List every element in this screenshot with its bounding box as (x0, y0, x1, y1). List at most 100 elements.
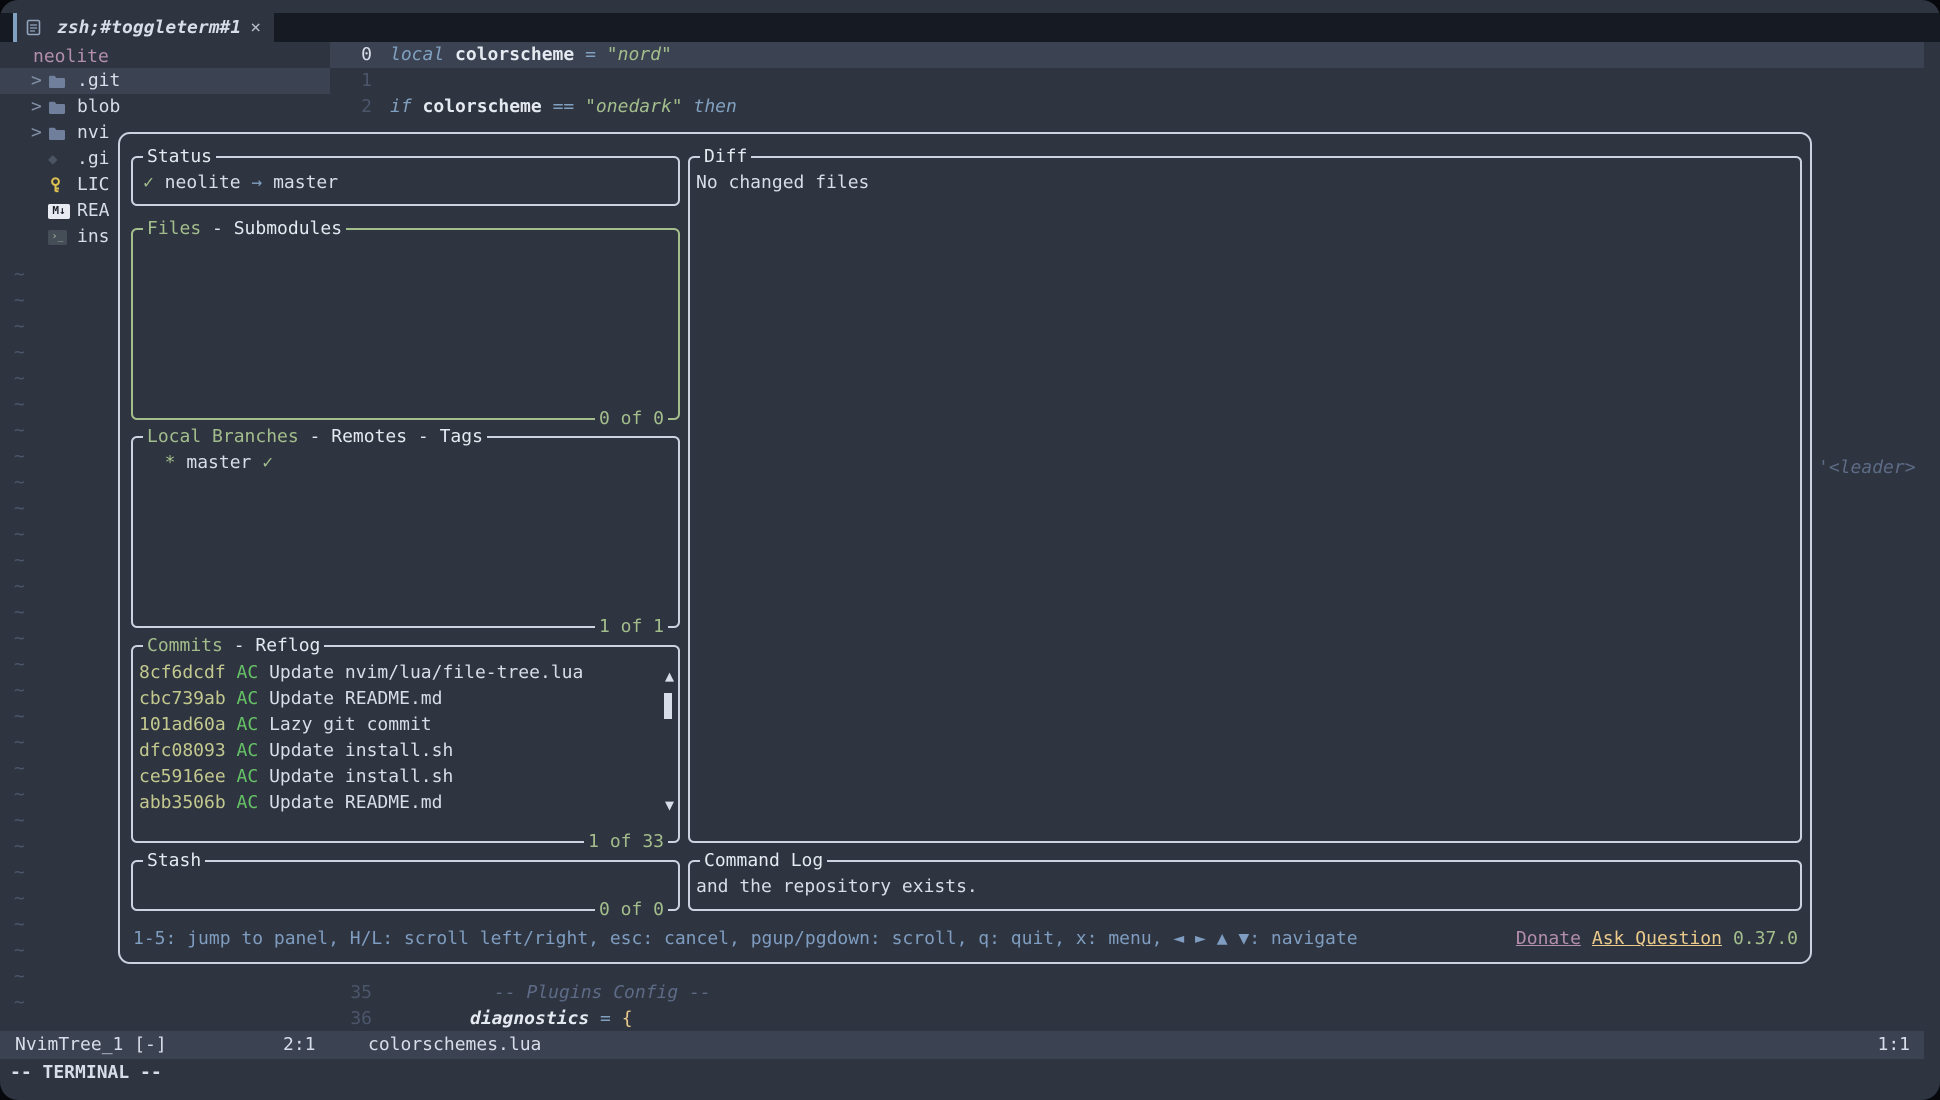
code-line: 36diagnostics = { (330, 1006, 1924, 1032)
commit-row[interactable]: ce5916ee AC Update install.sh (139, 764, 678, 790)
files-panel-title: Files - Submodules (143, 216, 346, 242)
tree-item-blob[interactable]: > blob (0, 94, 330, 120)
branches-panel-title: Local Branches - Remotes - Tags (143, 424, 487, 450)
branches-panel[interactable]: Local Branches - Remotes - Tags * master… (131, 436, 680, 628)
tilde-marker: ~ (14, 470, 25, 496)
file-icon (26, 19, 48, 36)
chevron-right-icon[interactable]: > (31, 94, 48, 120)
commits-panel-title: Commits - Reflog (143, 633, 324, 659)
chevron-right-icon[interactable]: > (31, 120, 48, 146)
lazygit-links: Donate Ask Question 0.37.0 (1505, 926, 1798, 952)
scrollbar-thumb[interactable] (664, 693, 672, 719)
statusline-tree-cursor: 2:1 (283, 1032, 316, 1058)
code-line: 35-- Plugins Config -- (330, 980, 1924, 1006)
tilde-marker: ~ (14, 418, 25, 444)
tree-item-label: .git (77, 68, 120, 94)
chevron-right-icon[interactable]: > (31, 68, 48, 94)
tilde-marker: ~ (14, 600, 25, 626)
mode-indicator: -- TERMINAL -- (10, 1060, 162, 1086)
lazygit-float: Status ✓ neolite → master Files - Submod… (118, 132, 1812, 964)
commits-count: 1 of 33 (584, 829, 668, 855)
files-panel[interactable]: Files - Submodules 0 of 0 (131, 228, 680, 420)
statusline-buffer: NvimTree_1 [-] (15, 1032, 167, 1058)
command-log-content: and the repository exists. (690, 862, 1800, 900)
tab-title: zsh;#toggleterm#1 (57, 15, 241, 41)
donate-link[interactable]: Donate (1516, 928, 1581, 949)
tilde-marker: ~ (14, 912, 25, 938)
tree-item-label: ins (77, 224, 110, 250)
tree-item-git[interactable]: > .git (0, 68, 330, 94)
folder-icon (48, 100, 70, 115)
files-count: 0 of 0 (595, 406, 668, 432)
tree-item-label: LIC (77, 172, 110, 198)
commit-row[interactable]: 8cf6dcdf AC Update nvim/lua/file-tree.lu… (139, 660, 678, 686)
diff-panel-title: Diff (700, 144, 751, 170)
terminal-window: zsh;#toggleterm#1 × neolite > .git > blo… (0, 0, 1940, 1100)
key-icon (48, 177, 70, 193)
tree-item-label: REA (77, 198, 110, 224)
commit-row[interactable]: abb3506b AC Update README.md (139, 790, 678, 816)
tree-item-label: .gi (77, 146, 110, 172)
commit-row[interactable]: cbc739ab AC Update README.md (139, 686, 678, 712)
ask-question-link[interactable]: Ask Question (1592, 928, 1722, 949)
tilde-marker: ~ (14, 444, 25, 470)
tabline: zsh;#toggleterm#1 × (0, 13, 1940, 42)
check-icon: ✓ (143, 172, 154, 193)
tab-close-icon[interactable]: × (250, 15, 261, 41)
tilde-marker: ~ (14, 678, 25, 704)
tilde-marker: ~ (14, 522, 25, 548)
stash-panel-title: Stash (143, 848, 205, 874)
tilde-marker: ~ (14, 626, 25, 652)
folder-icon (48, 126, 70, 141)
code-line: 2if colorscheme == "onedark" then (330, 94, 1924, 120)
tilde-marker: ~ (14, 496, 25, 522)
terminal-icon: ›_ (48, 230, 70, 245)
diff-panel[interactable]: Diff No changed files (688, 156, 1802, 843)
tree-root-name: neolite (33, 44, 109, 70)
check-icon: ✓ (262, 452, 273, 473)
lazygit-version: 0.37.0 (1733, 928, 1798, 949)
tilde-marker: ~ (14, 366, 25, 392)
scroll-up-icon[interactable]: ▲ (665, 669, 674, 684)
tilde-marker: ~ (14, 964, 25, 990)
commits-panel[interactable]: Commits - Reflog 8cf6dcdf AC Update nvim… (131, 645, 680, 843)
tilde-marker: ~ (14, 288, 25, 314)
branches-count: 1 of 1 (595, 614, 668, 640)
scroll-down-icon[interactable]: ▼ (665, 798, 674, 813)
tilde-marker: ~ (14, 548, 25, 574)
screen: zsh;#toggleterm#1 × neolite > .git > blo… (0, 0, 1940, 1100)
tilde-marker: ~ (14, 314, 25, 340)
current-branch-marker: * (143, 452, 186, 473)
code-line: 0local colorscheme = "nord" (330, 42, 1924, 68)
stash-count: 0 of 0 (595, 897, 668, 923)
code-line: 1 (330, 68, 1924, 94)
tree-item-label: blob (77, 94, 120, 120)
commit-row[interactable]: 101ad60a AC Lazy git commit (139, 712, 678, 738)
active-tab-indicator (13, 13, 17, 42)
statusline: NvimTree_1 [-] 2:1 colorschemes.lua 1:1 (0, 1031, 1924, 1059)
command-log-panel[interactable]: Command Log and the repository exists. (688, 860, 1802, 911)
tilde-marker: ~ (14, 262, 25, 288)
status-panel[interactable]: Status ✓ neolite → master (131, 156, 680, 206)
tilde-marker: ~ (14, 886, 25, 912)
folder-icon (48, 74, 70, 89)
commit-row[interactable]: dfc08093 AC Update install.sh (139, 738, 678, 764)
tilde-marker: ~ (14, 704, 25, 730)
diff-content: No changed files (690, 158, 1800, 196)
tilde-marker: ~ (14, 860, 25, 886)
tilde-marker: ~ (14, 574, 25, 600)
statusline-cursor: 1:1 (1877, 1032, 1910, 1058)
background-code-fragment: '<leader> (1818, 455, 1916, 481)
keybindings-hint: 1-5: jump to panel, H/L: scroll left/rig… (133, 926, 1358, 952)
terminal-tab[interactable]: zsh;#toggleterm#1 × (13, 13, 274, 42)
tilde-marker: ~ (14, 756, 25, 782)
tree-item-label: nvi (77, 120, 110, 146)
command-log-title: Command Log (700, 848, 827, 874)
status-panel-title: Status (143, 144, 216, 170)
lazygit-bottom-bar: 1-5: jump to panel, H/L: scroll left/rig… (133, 926, 1798, 952)
tilde-marker: ~ (14, 938, 25, 964)
statusline-filename: colorschemes.lua (368, 1032, 541, 1058)
stash-panel[interactable]: Stash 0 of 0 (131, 860, 680, 911)
tilde-marker: ~ (14, 782, 25, 808)
tilde-marker: ~ (14, 834, 25, 860)
